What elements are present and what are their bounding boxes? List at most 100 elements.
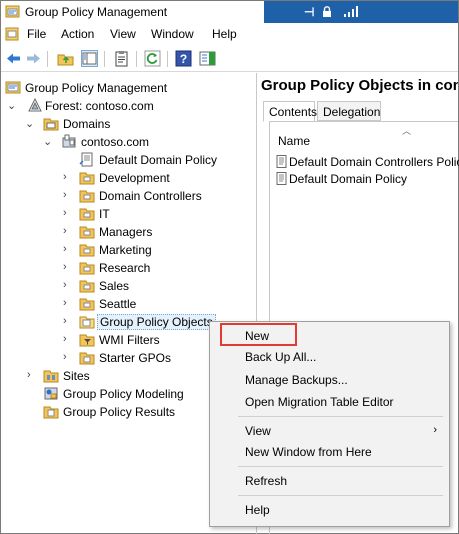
tree-label: Domain Controllers bbox=[99, 189, 202, 203]
starter-gpo-folder-icon bbox=[79, 352, 95, 365]
tree-label: Group Policy Objects bbox=[97, 314, 216, 330]
gp-results-icon bbox=[43, 406, 59, 419]
back-icon[interactable] bbox=[5, 50, 22, 67]
tree-item-gpm-root[interactable]: Group Policy Management bbox=[5, 79, 245, 97]
chevron-right-icon[interactable]: › bbox=[63, 279, 73, 291]
menu-bar: File Action View Window Help bbox=[1, 24, 458, 44]
show-hide-tree-icon[interactable] bbox=[81, 50, 98, 67]
chevron-right-icon[interactable]: › bbox=[27, 369, 37, 381]
tree-item-ou[interactable]: › Domain Controllers bbox=[59, 187, 249, 205]
svg-text:?: ? bbox=[180, 52, 187, 66]
gpmc-app-icon bbox=[5, 5, 20, 18]
connection-quality-icon[interactable] bbox=[344, 6, 358, 17]
lock-icon[interactable] bbox=[322, 6, 332, 17]
menu-item-refresh[interactable]: Refresh bbox=[210, 471, 449, 491]
chevron-down-icon[interactable]: ⌄ bbox=[25, 117, 35, 130]
tree-label: Default Domain Policy bbox=[99, 153, 218, 167]
chevron-right-icon[interactable]: › bbox=[63, 315, 73, 327]
chevron-right-icon[interactable]: › bbox=[63, 243, 73, 255]
gpo-name: Default Domain Policy bbox=[289, 172, 408, 186]
tree-item-ou[interactable]: › Sales bbox=[59, 277, 249, 295]
tree-item-domains[interactable]: ⌄ Domains bbox=[23, 115, 243, 133]
column-header-name[interactable]: Name bbox=[278, 134, 310, 148]
properties-icon[interactable] bbox=[113, 50, 130, 67]
domain-icon bbox=[62, 134, 76, 148]
tree-item-forest[interactable]: ⌄ Forest: contoso.com bbox=[5, 97, 245, 115]
tree-item-ou[interactable]: › Development bbox=[59, 169, 249, 187]
menu-window[interactable]: Window bbox=[151, 27, 194, 41]
menu-action[interactable]: Action bbox=[61, 27, 94, 41]
chevron-right-icon[interactable]: › bbox=[63, 333, 73, 345]
chevron-right-icon[interactable]: › bbox=[63, 225, 73, 237]
gpo-icon bbox=[276, 155, 287, 168]
system-menu-icon[interactable] bbox=[5, 27, 19, 41]
tree-label: Development bbox=[99, 171, 170, 185]
tree-label: Forest: contoso.com bbox=[45, 99, 154, 113]
wmi-filter-folder-icon bbox=[79, 334, 95, 347]
chevron-right-icon[interactable]: › bbox=[63, 297, 73, 309]
chevron-right-icon[interactable]: › bbox=[63, 351, 73, 363]
tree-item-ou[interactable]: › Managers bbox=[59, 223, 249, 241]
menu-file[interactable]: File bbox=[27, 27, 46, 41]
menu-item-manage-backups[interactable]: Manage Backups... bbox=[210, 370, 449, 390]
remote-connection-bar[interactable]: ⊣ bbox=[264, 1, 458, 23]
context-menu: New Back Up All... Manage Backups... Ope… bbox=[209, 321, 450, 527]
menu-item-open-migration-table-editor[interactable]: Open Migration Table Editor bbox=[210, 392, 449, 412]
up-folder-icon[interactable] bbox=[57, 50, 74, 67]
tree-item-gp-results[interactable]: Group Policy Results bbox=[23, 403, 223, 421]
forest-icon bbox=[28, 98, 42, 112]
gpo-link-icon bbox=[79, 152, 93, 167]
tree-label: Domains bbox=[63, 117, 111, 131]
tree-item-ou[interactable]: › Research bbox=[59, 259, 249, 277]
tree-label: Marketing bbox=[99, 243, 152, 257]
menu-item-back-up-all[interactable]: Back Up All... bbox=[210, 347, 449, 367]
title-bar[interactable]: Group Policy Management ⊣ bbox=[1, 1, 458, 23]
chevron-right-icon[interactable]: › bbox=[63, 207, 73, 219]
tab-delegation[interactable]: Delegation bbox=[317, 101, 381, 121]
ou-folder-icon bbox=[79, 280, 95, 293]
ou-folder-icon bbox=[79, 226, 95, 239]
domains-folder-icon bbox=[43, 118, 59, 131]
tree-label: Group Policy Modeling bbox=[63, 387, 184, 401]
chevron-right-icon[interactable]: › bbox=[63, 171, 73, 183]
menu-item-help[interactable]: Help bbox=[210, 500, 449, 520]
menu-help[interactable]: Help bbox=[212, 27, 237, 41]
pin-icon[interactable]: ⊣ bbox=[304, 5, 314, 19]
tree-label: IT bbox=[99, 207, 110, 221]
menu-item-label: New Window from Here bbox=[245, 445, 372, 459]
tree-item-domain[interactable]: ⌄ contoso.com bbox=[41, 133, 241, 151]
sites-folder-icon bbox=[43, 370, 59, 383]
menu-item-new-window-from-here[interactable]: New Window from Here bbox=[210, 442, 449, 462]
ou-folder-icon bbox=[79, 298, 95, 311]
menu-item-label: Open Migration Table Editor bbox=[245, 395, 394, 409]
ou-folder-icon bbox=[79, 172, 95, 185]
tree-item-ou[interactable]: › Marketing bbox=[59, 241, 249, 259]
gpo-folder-icon bbox=[79, 316, 95, 329]
tree-label: Sales bbox=[99, 279, 130, 293]
tree-item-gp-modeling[interactable]: Group Policy Modeling bbox=[23, 385, 223, 403]
chevron-down-icon[interactable]: ⌄ bbox=[43, 135, 53, 148]
tree-item-sites[interactable]: › Sites bbox=[23, 367, 223, 385]
show-hide-action-pane-icon[interactable] bbox=[199, 50, 216, 67]
tree-label: Starter GPOs bbox=[99, 351, 172, 365]
tree-item-ou[interactable]: › Seattle bbox=[59, 295, 249, 313]
tree-label: Seattle bbox=[99, 297, 137, 311]
chevron-down-icon[interactable]: ⌄ bbox=[7, 99, 17, 112]
help-icon[interactable]: ? bbox=[175, 50, 192, 67]
tab-contents[interactable]: Contents bbox=[263, 101, 317, 122]
tree-item-ou[interactable]: › IT bbox=[59, 205, 249, 223]
chevron-right-icon[interactable]: › bbox=[63, 261, 73, 273]
gpmc-window: Group Policy Management ⊣ File Action Vi… bbox=[0, 0, 459, 534]
ou-folder-icon bbox=[79, 208, 95, 221]
tree-item-default-domain-policy[interactable]: Default Domain Policy bbox=[59, 151, 249, 169]
menu-view[interactable]: View bbox=[110, 27, 136, 41]
window-title: Group Policy Management bbox=[25, 5, 168, 19]
gpo-name: Default Domain Controllers Policy bbox=[289, 155, 459, 169]
details-header: Group Policy Objects in contoso.com bbox=[261, 77, 458, 94]
chevron-right-icon[interactable]: › bbox=[63, 189, 73, 201]
menu-item-label: Refresh bbox=[245, 474, 288, 488]
forward-icon[interactable] bbox=[25, 50, 42, 67]
menu-item-view[interactable]: View › bbox=[210, 421, 449, 441]
ou-folder-icon bbox=[79, 244, 95, 257]
refresh-icon[interactable] bbox=[144, 50, 161, 67]
